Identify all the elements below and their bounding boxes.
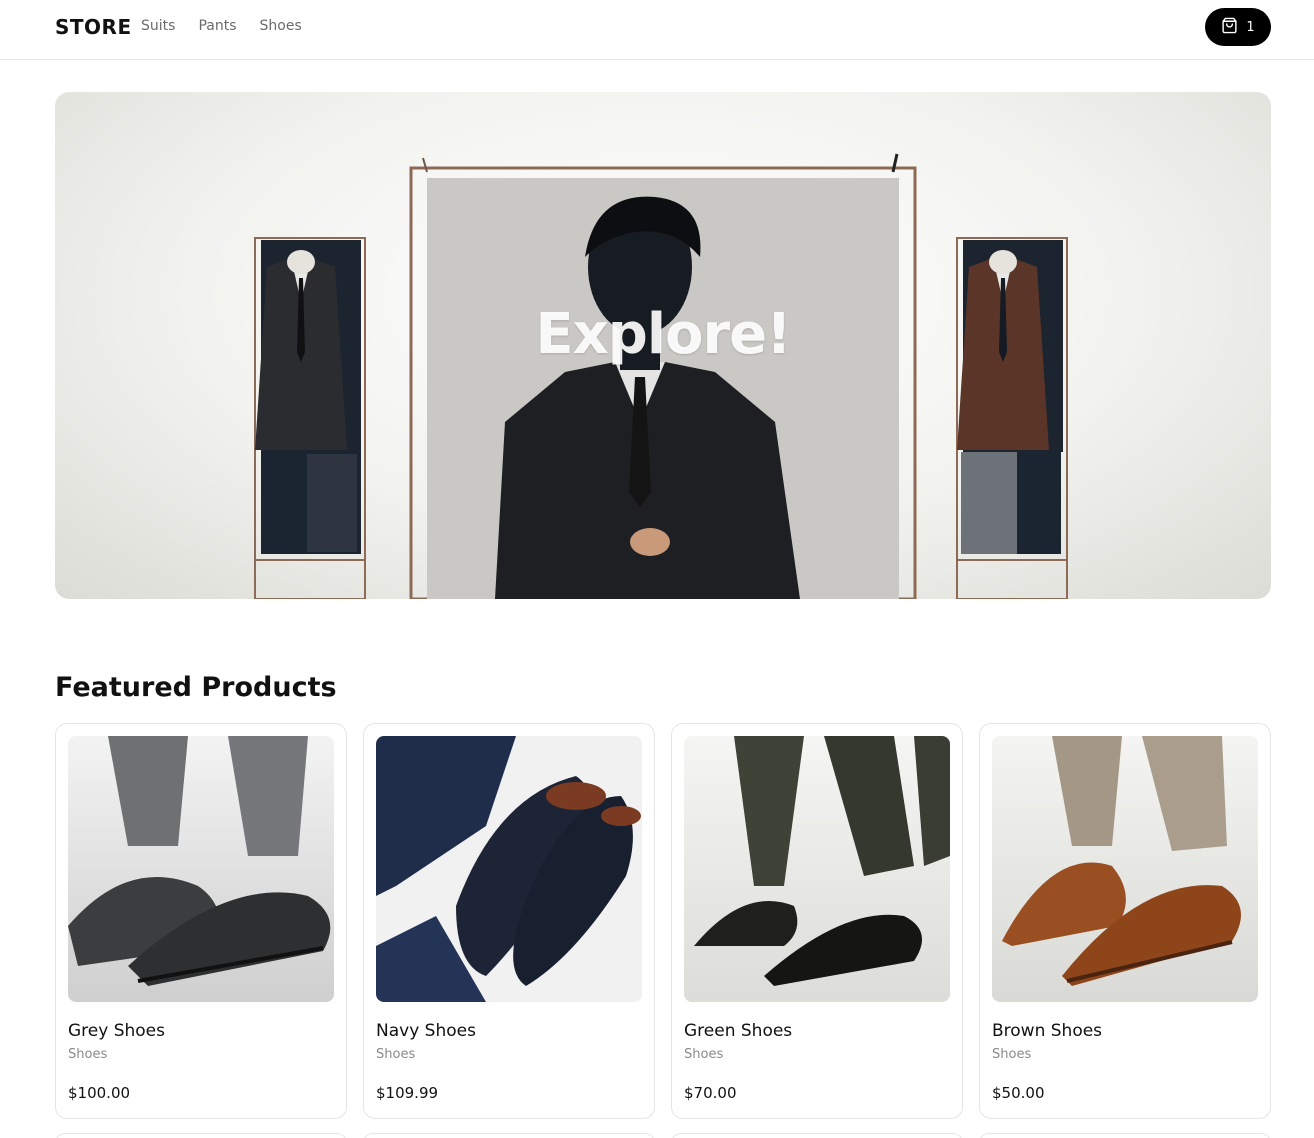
product-image[interactable]: [376, 736, 642, 1002]
nav-link-shoes[interactable]: Shoes: [260, 18, 302, 34]
top-navbar: STORE Suits Pants Shoes 1: [0, 0, 1314, 60]
product-price: $109.99: [376, 1084, 439, 1102]
product-card[interactable]: [671, 1133, 963, 1138]
center-portrait-frame: [409, 166, 917, 599]
product-name[interactable]: Grey Shoes: [68, 1021, 165, 1041]
product-price: $50.00: [992, 1084, 1045, 1102]
product-card[interactable]: Brown Shoes Shoes $50.00: [979, 723, 1271, 1119]
hero-title: Explore!: [535, 302, 791, 367]
shopping-bag-icon: [1221, 17, 1238, 38]
nav-link-suits[interactable]: Suits: [141, 18, 175, 34]
product-name[interactable]: Green Shoes: [684, 1021, 792, 1041]
product-grid: Grey Shoes Shoes $100.00 Navy Shoes Shoe…: [55, 723, 1271, 1119]
cart-button[interactable]: 1: [1205, 8, 1271, 46]
left-suit-display: [254, 237, 366, 599]
cart-count: 1: [1246, 19, 1255, 35]
store-logo[interactable]: STORE: [55, 15, 132, 39]
product-category: Shoes: [376, 1047, 416, 1062]
product-card[interactable]: [55, 1133, 347, 1138]
hero-banner[interactable]: Explore!: [55, 92, 1271, 599]
product-card[interactable]: Green Shoes Shoes $70.00: [671, 723, 963, 1119]
next-product-row: [55, 1133, 1271, 1138]
product-card[interactable]: Navy Shoes Shoes $109.99: [363, 723, 655, 1119]
product-name[interactable]: Brown Shoes: [992, 1021, 1102, 1041]
right-suit-display: [956, 237, 1068, 599]
product-price: $70.00: [684, 1084, 737, 1102]
featured-products-title: Featured Products: [55, 672, 337, 703]
product-image[interactable]: [684, 736, 950, 1002]
nav-link-pants[interactable]: Pants: [198, 18, 236, 34]
product-image[interactable]: [68, 736, 334, 1002]
product-price: $100.00: [68, 1084, 131, 1102]
product-card[interactable]: [363, 1133, 655, 1138]
product-category: Shoes: [992, 1047, 1032, 1062]
product-image[interactable]: [992, 736, 1258, 1002]
product-card[interactable]: [979, 1133, 1271, 1138]
product-category: Shoes: [68, 1047, 108, 1062]
product-card[interactable]: Grey Shoes Shoes $100.00: [55, 723, 347, 1119]
product-category: Shoes: [684, 1047, 724, 1062]
main-nav: Suits Pants Shoes: [141, 18, 302, 34]
product-name[interactable]: Navy Shoes: [376, 1021, 476, 1041]
